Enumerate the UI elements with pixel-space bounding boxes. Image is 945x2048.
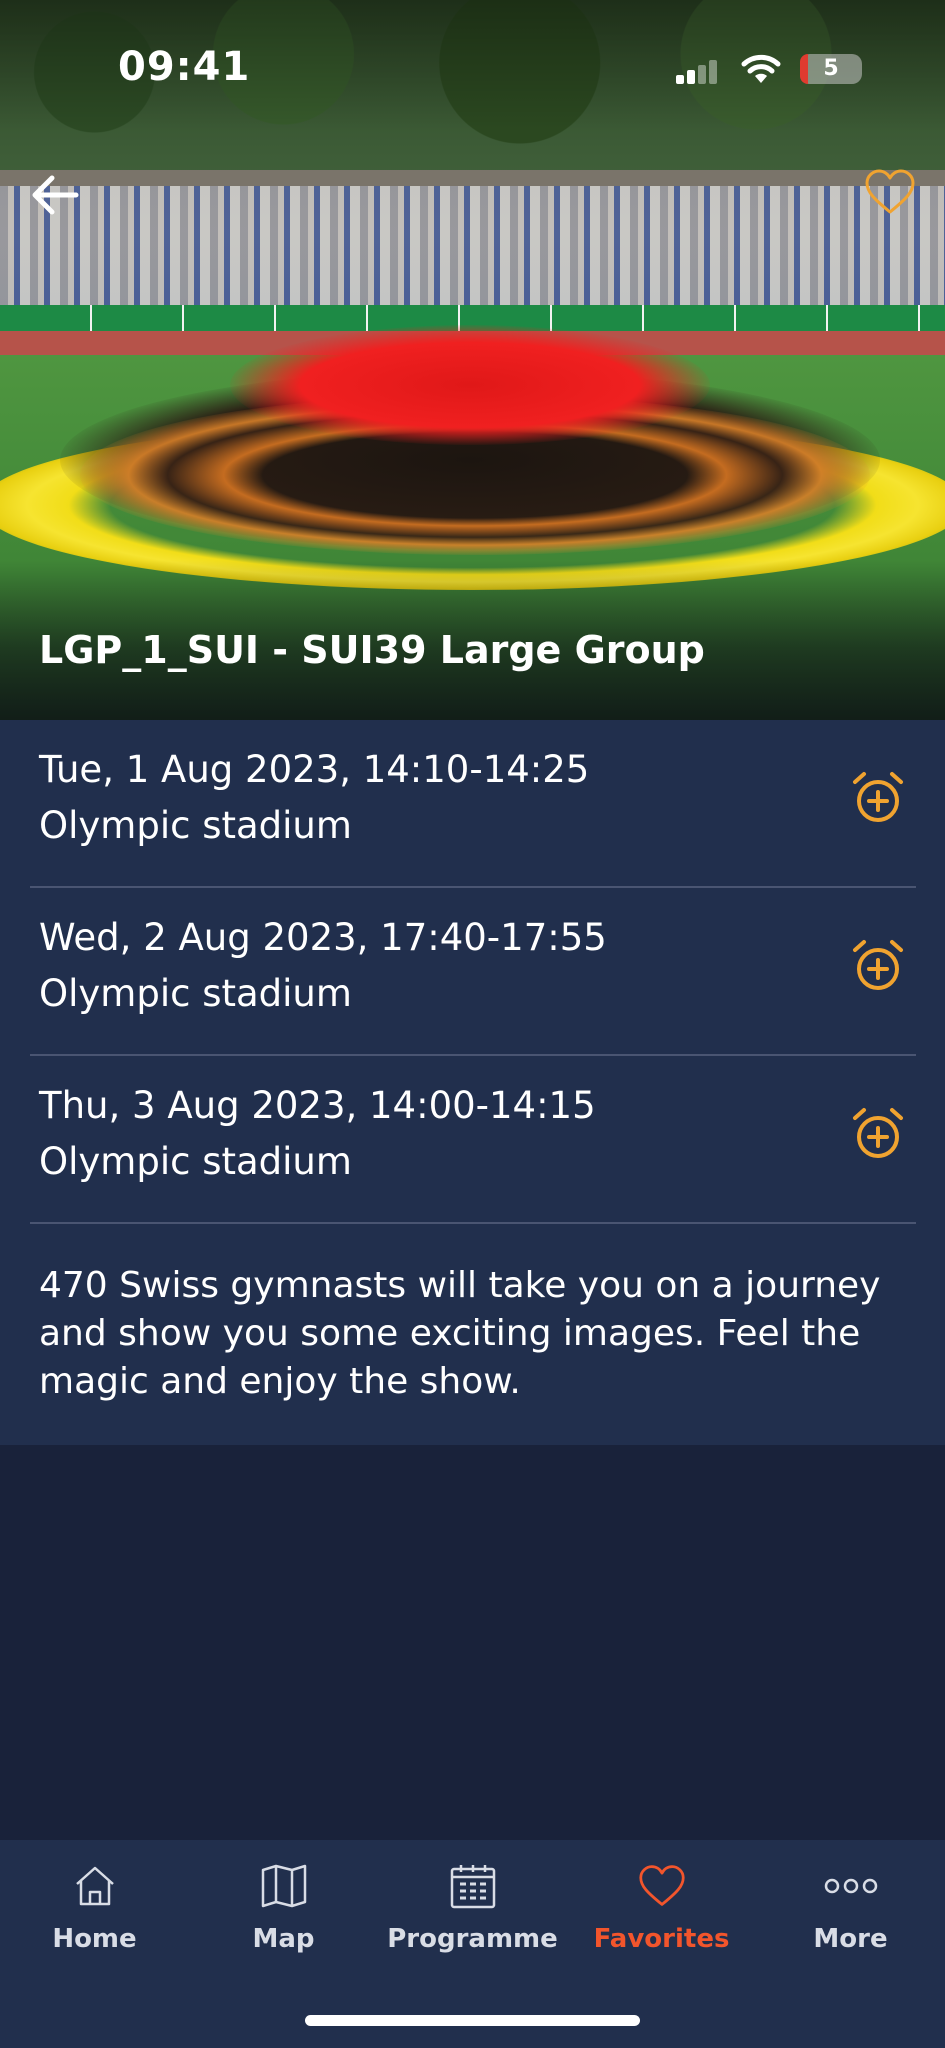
arrow-left-icon xyxy=(32,175,79,215)
heart-outline-icon xyxy=(865,169,915,214)
map-icon xyxy=(261,1864,306,1908)
schedule-item: Wed, 2 Aug 2023, 17:40-17:55 Olympic sta… xyxy=(30,888,916,1056)
tab-map[interactable]: Map xyxy=(189,1862,378,1992)
tab-programme[interactable]: Programme xyxy=(378,1862,567,1992)
wifi-icon xyxy=(741,54,781,83)
heart-icon xyxy=(638,1865,685,1906)
calendar-icon xyxy=(450,1865,495,1909)
tab-home[interactable]: Home xyxy=(0,1862,189,1992)
schedule-time: Thu, 3 Aug 2023, 14:00-14:15 xyxy=(39,1084,596,1127)
hero-image xyxy=(0,0,945,720)
alarm-plus-icon xyxy=(853,1108,903,1158)
stadium-roof xyxy=(0,170,945,186)
schedule-time: Wed, 2 Aug 2023, 17:40-17:55 xyxy=(39,916,607,959)
favorite-button[interactable] xyxy=(864,168,916,216)
more-dots-icon xyxy=(824,1878,877,1894)
battery-level: 5 xyxy=(823,56,839,81)
page-title: LGP_1_SUI - SUI39 Large Group xyxy=(39,628,705,672)
schedule-time: Tue, 1 Aug 2023, 14:10-14:25 xyxy=(39,748,590,791)
tab-favorites[interactable]: Favorites xyxy=(567,1862,756,1992)
schedule-card: Tue, 1 Aug 2023, 14:10-14:25 Olympic sta… xyxy=(0,720,945,1445)
alarm-plus-icon xyxy=(853,940,903,990)
status-time: 09:41 xyxy=(118,44,251,90)
stadium-stands xyxy=(0,186,945,306)
add-reminder-button[interactable] xyxy=(850,770,906,826)
alarm-plus-icon xyxy=(853,772,903,822)
schedule-item: Thu, 3 Aug 2023, 14:00-14:15 Olympic sta… xyxy=(30,1056,916,1224)
cellular-signal-icon xyxy=(676,60,717,84)
schedule-location: Olympic stadium xyxy=(39,972,352,1015)
back-button[interactable] xyxy=(28,168,82,222)
add-reminder-button[interactable] xyxy=(850,938,906,994)
add-reminder-button[interactable] xyxy=(850,1106,906,1162)
red-flags xyxy=(230,325,710,445)
tab-more[interactable]: More xyxy=(756,1862,945,1992)
home-indicator[interactable] xyxy=(305,2015,640,2026)
schedule-location: Olympic stadium xyxy=(39,804,352,847)
tab-label: Map xyxy=(252,1924,315,1954)
event-description: 470 Swiss gymnasts will take you on a jo… xyxy=(39,1265,881,1402)
house-icon xyxy=(75,1866,114,1906)
schedule-item: Tue, 1 Aug 2023, 14:10-14:25 Olympic sta… xyxy=(30,720,916,888)
schedule-location: Olympic stadium xyxy=(39,1140,352,1183)
tab-label: Favorites xyxy=(593,1924,730,1954)
tab-label: More xyxy=(813,1924,888,1954)
tab-label: Home xyxy=(52,1924,137,1954)
battery-icon: 5 xyxy=(800,54,862,84)
tab-label: Programme xyxy=(387,1924,558,1954)
